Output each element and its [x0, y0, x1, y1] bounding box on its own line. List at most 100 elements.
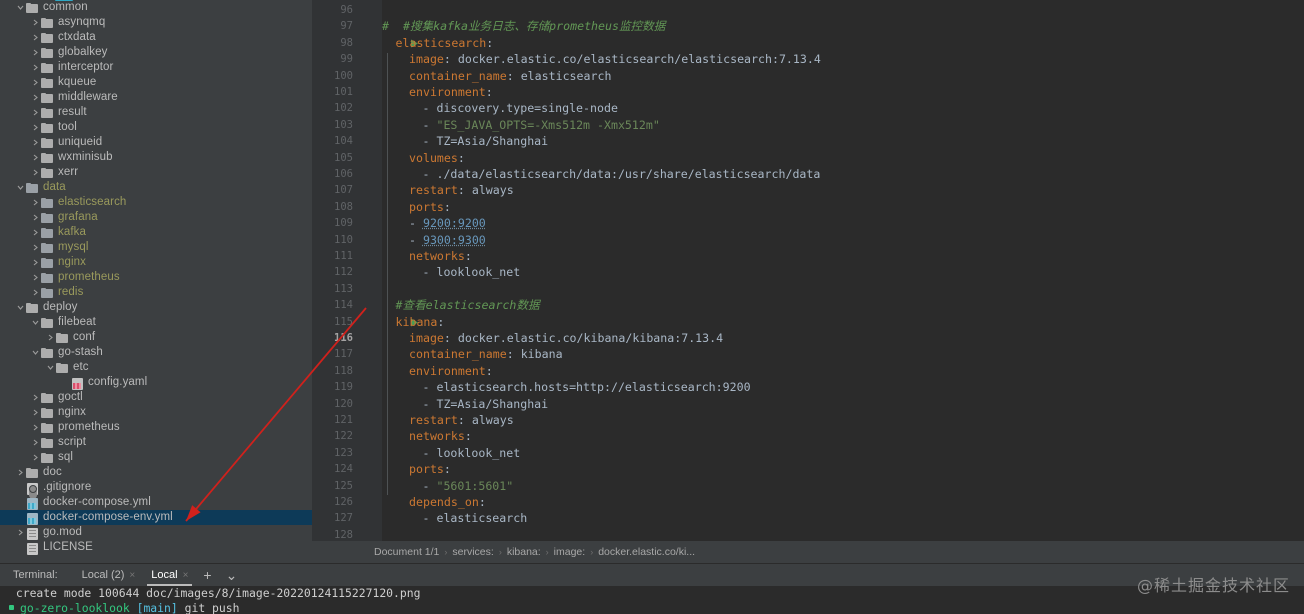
chevron-right-icon[interactable] [30, 75, 41, 90]
tree-item-asynqmq[interactable]: asynqmq [0, 15, 312, 30]
code-line[interactable]: environment: [382, 363, 493, 379]
add-terminal-tab-button[interactable]: + [196, 564, 218, 586]
code-line[interactable]: #查看elasticsearch数据 [382, 297, 540, 313]
code-line[interactable]: environment: [382, 84, 493, 100]
code-line[interactable]: - 9200:9200 [382, 215, 486, 231]
chevron-right-icon[interactable] [30, 255, 41, 270]
code-line[interactable]: elasticsearch: [382, 35, 494, 51]
close-icon[interactable]: × [183, 570, 189, 581]
tree-item-deploy[interactable]: deploy [0, 300, 312, 315]
chevron-right-icon[interactable] [30, 195, 41, 210]
tree-item-gitignore[interactable]: .gitignore [0, 480, 312, 495]
tree-item-doc[interactable]: doc [0, 465, 312, 480]
terminal-output[interactable]: create mode 100644 doc/images/8/image-20… [0, 586, 1304, 614]
chevron-right-icon[interactable] [30, 240, 41, 255]
breadcrumb-item[interactable]: services: [452, 546, 493, 558]
breadcrumb[interactable]: Document 1/1 › services: › kibana: › image: › do… [312, 541, 1304, 563]
tree-item-prometheus[interactable]: prometheus [0, 270, 312, 285]
tree-item-license[interactable]: LICENSE [0, 540, 312, 555]
terminal-tab[interactable]: Local (2) × [74, 564, 144, 586]
chevron-down-icon[interactable] [15, 300, 26, 315]
code-line[interactable]: - ./data/elasticsearch/data:/usr/share/e… [382, 166, 821, 182]
code-line[interactable]: - elasticsearch.hosts=http://elasticsear… [382, 379, 751, 395]
code-line[interactable]: - 9300:9300 [382, 232, 486, 248]
tree-item-elasticsearch[interactable]: elasticsearch [0, 195, 312, 210]
tree-item-ctxdata[interactable]: ctxdata [0, 30, 312, 45]
tree-item-kafka[interactable]: kafka [0, 225, 312, 240]
tree-item-docker-compose-yml[interactable]: docker-compose.yml [0, 495, 312, 510]
code-line[interactable]: # #搜集kafka业务日志、存储prometheus监控数据 [382, 18, 665, 34]
chevron-down-icon[interactable] [15, 0, 26, 15]
editor-gutter-line-numbers[interactable]: 96 97 98 99 100 101 102 103 104 105 106 107 108 109 11… [312, 0, 360, 541]
chevron-right-icon[interactable] [45, 330, 56, 345]
tree-item-uniqueid[interactable]: uniqueid [0, 135, 312, 150]
terminal-tab[interactable]: Local × [143, 564, 196, 586]
chevron-right-icon[interactable] [30, 135, 41, 150]
chevron-down-icon[interactable] [30, 345, 41, 360]
code-line[interactable]: container_name: kibana [382, 346, 563, 362]
tree-item-conf[interactable]: conf [0, 330, 312, 345]
tree-item-nginx[interactable]: nginx [0, 255, 312, 270]
code-line[interactable]: networks: [382, 428, 472, 444]
tree-item-grafana[interactable]: grafana [0, 210, 312, 225]
chevron-down-icon[interactable] [15, 180, 26, 195]
tree-item-goctl[interactable]: goctl [0, 390, 312, 405]
chevron-down-icon[interactable] [30, 315, 41, 330]
chevron-right-icon[interactable] [15, 465, 26, 480]
code-line[interactable]: - TZ=Asia/Shanghai [382, 396, 549, 412]
tree-item-redis[interactable]: redis [0, 285, 312, 300]
code-line[interactable]: image: docker.elastic.co/elasticsearch/e… [382, 51, 821, 67]
tree-item-kqueue[interactable]: kqueue [0, 75, 312, 90]
tree-item-filebeat[interactable]: filebeat [0, 315, 312, 330]
chevron-right-icon[interactable] [30, 390, 41, 405]
chevron-right-icon[interactable] [30, 435, 41, 450]
tree-item-xerr[interactable]: xerr [0, 165, 312, 180]
tree-item-data[interactable]: data [0, 180, 312, 195]
code-line[interactable]: - TZ=Asia/Shanghai [382, 133, 549, 149]
chevron-right-icon[interactable] [30, 120, 41, 135]
code-line[interactable]: ports: [382, 199, 451, 215]
chevron-right-icon[interactable] [15, 525, 26, 540]
breadcrumb-item[interactable]: kibana: [507, 546, 541, 558]
tree-item-tool[interactable]: tool [0, 120, 312, 135]
code-line[interactable]: - elasticsearch [382, 510, 528, 526]
chevron-right-icon[interactable] [30, 165, 41, 180]
terminal-tab-dropdown-icon[interactable]: ⌄ [219, 564, 245, 586]
chevron-right-icon[interactable] [30, 90, 41, 105]
close-icon[interactable]: × [129, 570, 135, 581]
chevron-right-icon[interactable] [30, 285, 41, 300]
code-line[interactable]: - "ES_JAVA_OPTS=-Xms512m -Xmx512m" [382, 117, 660, 133]
tree-item-mysql[interactable]: mysql [0, 240, 312, 255]
code-line[interactable]: kibana: [382, 314, 445, 330]
code-line[interactable]: - looklook_net [382, 445, 521, 461]
breadcrumb-item[interactable]: docker.elastic.co/ki... [598, 546, 695, 558]
code-line[interactable]: ports: [382, 461, 451, 477]
code-line[interactable]: - discovery.type=single-node [382, 100, 618, 116]
editor-gutter-markers[interactable] [360, 0, 418, 541]
chevron-right-icon[interactable] [30, 270, 41, 285]
chevron-right-icon[interactable] [30, 450, 41, 465]
chevron-right-icon[interactable] [30, 60, 41, 75]
tree-item-interceptor[interactable]: interceptor [0, 60, 312, 75]
code-line[interactable]: image: docker.elastic.co/kibana/kibana:7… [382, 330, 723, 346]
tree-item-prometheus[interactable]: prometheus [0, 420, 312, 435]
tree-item-sql[interactable]: sql [0, 450, 312, 465]
chevron-right-icon[interactable] [30, 45, 41, 60]
tree-item-middleware[interactable]: middleware [0, 90, 312, 105]
chevron-right-icon[interactable] [30, 210, 41, 225]
tree-item-go-stash[interactable]: go-stash [0, 345, 312, 360]
project-file-tree[interactable]: common asynqmq ctxdata globalkey interceptor… [0, 0, 312, 563]
breadcrumb-item[interactable]: image: [554, 546, 586, 558]
tree-item-config-yaml[interactable]: config.yaml [0, 375, 312, 390]
code-line[interactable]: depends_on: [382, 494, 486, 510]
code-line[interactable]: - looklook_net [382, 264, 521, 280]
tree-item-script[interactable]: script [0, 435, 312, 450]
code-line[interactable]: volumes: [382, 150, 465, 166]
chevron-right-icon[interactable] [30, 150, 41, 165]
chevron-right-icon[interactable] [30, 225, 41, 240]
chevron-right-icon[interactable] [30, 405, 41, 420]
chevron-down-icon[interactable] [45, 360, 56, 375]
code-line[interactable]: container_name: elasticsearch [382, 68, 611, 84]
tree-item-nginx[interactable]: nginx [0, 405, 312, 420]
tree-item-docker-compose-env-yml[interactable]: docker-compose-env.yml [0, 510, 312, 525]
